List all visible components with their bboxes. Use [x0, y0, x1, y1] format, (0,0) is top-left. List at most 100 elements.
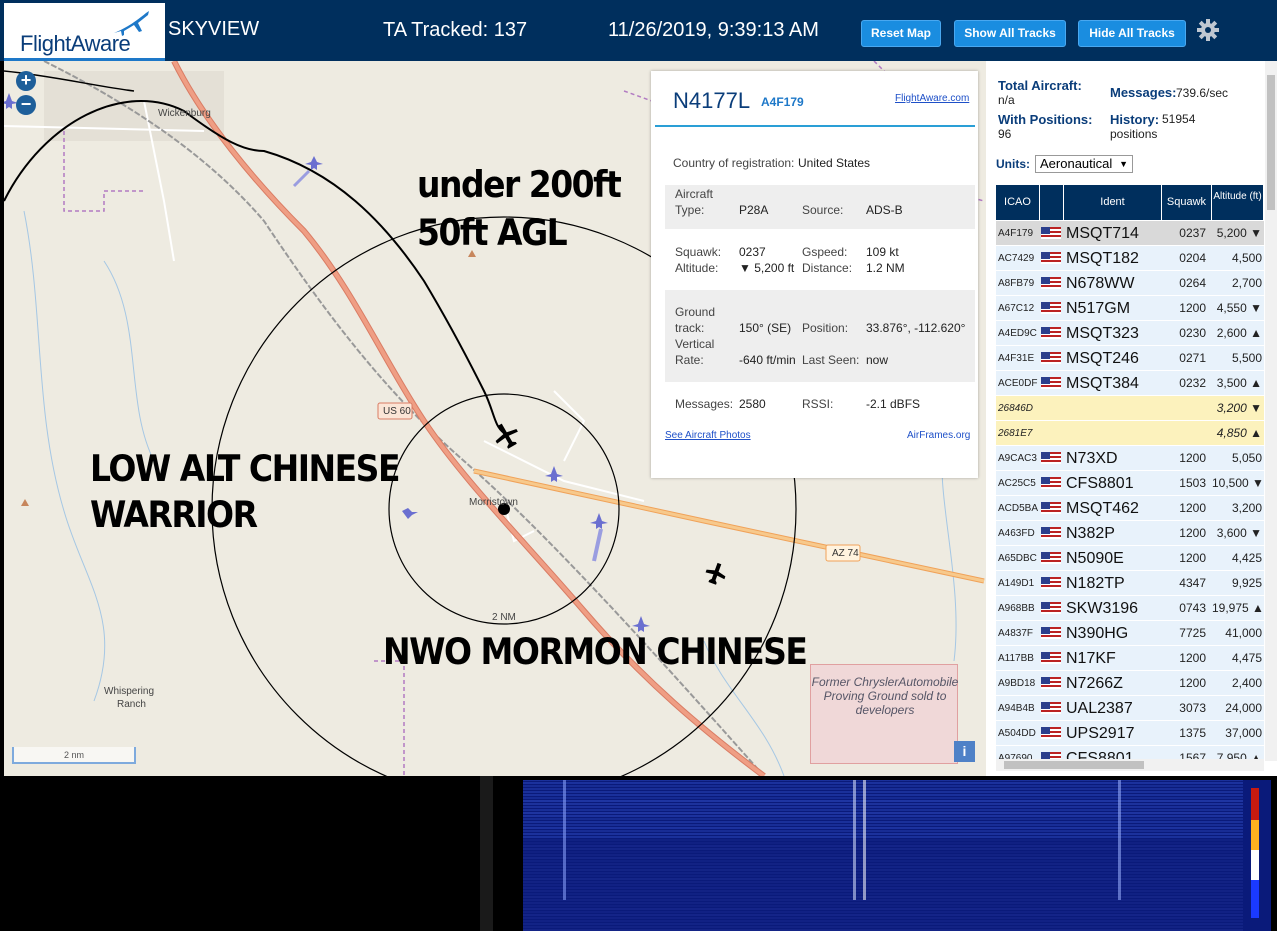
- cell-altitude: 2,400: [1231, 676, 1262, 690]
- datetime: 11/26/2019, 9:39:13 AM: [608, 19, 819, 41]
- table-row[interactable]: A117BB N17KF 1200 4,475: [996, 646, 1264, 671]
- table-row[interactable]: ACD5BA MSQT462 1200 3,200: [996, 496, 1264, 521]
- vertical-label: Vertical: [675, 337, 715, 351]
- col-ident[interactable]: Ident: [1064, 185, 1162, 220]
- table-row[interactable]: A4837F N390HG 7725 41,000: [996, 621, 1264, 646]
- flightaware-logo[interactable]: FlightAware: [4, 3, 165, 61]
- cell-squawk: 0230: [1179, 326, 1206, 340]
- cell-flag: [1041, 646, 1063, 671]
- cell-squawk: 1200: [1179, 676, 1206, 690]
- cell-flag: [1041, 521, 1063, 546]
- place-ranch: Ranch: [117, 699, 146, 710]
- cell-flag: [1041, 546, 1063, 571]
- rssi-label: RSSI:: [802, 397, 834, 411]
- zoom-in-button[interactable]: +: [16, 71, 36, 91]
- type-label: Type:: [675, 203, 705, 217]
- table-row[interactable]: A149D1 N182TP 4347 9,925: [996, 571, 1264, 596]
- lastseen-label: Last Seen:: [802, 353, 860, 367]
- us-flag-icon: [1041, 302, 1061, 314]
- cell-ident: N5090E: [1066, 550, 1124, 567]
- table-row[interactable]: A463FD N382P 1200 3,600 ▼: [996, 521, 1264, 546]
- cell-altitude: 2,700: [1231, 276, 1262, 290]
- aircraft-label: Aircraft: [675, 187, 714, 201]
- cell-flag: [1041, 696, 1063, 721]
- table-row[interactable]: A65DBC N5090E 1200 4,425: [996, 546, 1264, 571]
- airframes-link[interactable]: AirFrames.org: [907, 430, 970, 441]
- hscroll-thumb[interactable]: [1004, 761, 1144, 769]
- cell-ident: MSQT323: [1066, 325, 1139, 342]
- col-icao[interactable]: ICAO: [996, 185, 1040, 220]
- cell-icao: A117BB: [998, 653, 1034, 664]
- horizontal-scrollbar[interactable]: [996, 759, 1264, 771]
- cell-squawk: [1162, 421, 1210, 446]
- aircraft-photos-link[interactable]: See Aircraft Photos: [665, 430, 751, 441]
- table-row[interactable]: ACE0DF MSQT384 0232 3,500 ▲: [996, 371, 1264, 396]
- us-flag-icon: [1041, 627, 1061, 639]
- cell-altitude: 4,850 ▲: [1216, 426, 1262, 440]
- cell-squawk: 1200: [1179, 551, 1206, 565]
- cell-flag: [1041, 371, 1063, 396]
- table-row[interactable]: A94B4B UAL2387 3073 24,000: [996, 696, 1264, 721]
- flightaware-link[interactable]: FlightAware.com: [895, 93, 969, 104]
- rate-label: Rate:: [675, 353, 704, 367]
- cell-altitude: 4,500: [1231, 251, 1262, 265]
- messages-label: Messages:: [675, 397, 734, 411]
- total-aircraft-value: n/a: [998, 93, 1015, 107]
- annotation-under-200ft: under 200ft: [417, 163, 622, 206]
- col-altitude[interactable]: Altitude (ft): [1212, 185, 1264, 220]
- table-row[interactable]: A968BB SKW3196 0743 19,975 ▲: [996, 596, 1264, 621]
- cell-altitude: 5,500: [1231, 351, 1262, 365]
- table-row[interactable]: A4ED9C MSQT323 0230 2,600 ▲: [996, 321, 1264, 346]
- table-row[interactable]: AC25C5 CFS8801 1503 10,500 ▼: [996, 471, 1264, 496]
- distance-label: Distance:: [802, 261, 853, 275]
- cell-altitude: 10,500 ▼: [1212, 476, 1264, 490]
- cell-flag: [1041, 321, 1063, 346]
- cell-icao: A504DD: [998, 728, 1036, 739]
- units-select[interactable]: Aeronautical ▼: [1035, 155, 1133, 173]
- us-flag-icon: [1041, 252, 1061, 264]
- squawk-label: Squawk:: [675, 245, 722, 259]
- cell-squawk: 0264: [1179, 276, 1206, 290]
- gear-icon[interactable]: [1196, 18, 1220, 42]
- cell-altitude: 19,975 ▲: [1212, 601, 1264, 615]
- cell-icao: A9BD18: [998, 678, 1036, 689]
- place-morristown: Morristown: [469, 497, 518, 508]
- lastseen-value: now: [866, 353, 889, 367]
- cell-ident: MSQT714: [1066, 225, 1139, 242]
- table-row[interactable]: A8FB79 N678WW 0264 2,700: [996, 271, 1264, 296]
- cell-squawk: 0271: [1179, 351, 1206, 365]
- cell-ident: [1066, 421, 1161, 446]
- reset-map-button[interactable]: Reset Map: [861, 20, 941, 47]
- col-squawk[interactable]: Squawk: [1162, 185, 1212, 220]
- table-row[interactable]: A4F31E MSQT246 0271 5,500: [996, 346, 1264, 371]
- splitter[interactable]: [480, 776, 493, 931]
- table-row[interactable]: A67C12 N517GM 1200 4,550 ▼: [996, 296, 1264, 321]
- hide-all-tracks-button[interactable]: Hide All Tracks: [1078, 20, 1186, 47]
- table-row[interactable]: A9BD18 N7266Z 1200 2,400: [996, 671, 1264, 696]
- table-row[interactable]: 26846D 3,200 ▼: [996, 396, 1264, 421]
- us-flag-icon: [1041, 652, 1061, 664]
- map-info-button[interactable]: i: [954, 741, 975, 762]
- table-row[interactable]: 2681E7 4,850 ▲: [996, 421, 1264, 446]
- zoom-out-button[interactable]: −: [16, 95, 36, 115]
- table-row[interactable]: AC7429 MSQT182 0204 4,500: [996, 246, 1264, 271]
- tracked-count: TA Tracked: 137: [383, 19, 528, 41]
- table-row[interactable]: A504DD UPS2917 1375 37,000: [996, 721, 1264, 746]
- col-flag[interactable]: [1040, 185, 1064, 220]
- country-label: Country of registration:: [673, 156, 795, 170]
- cell-flag: [1041, 471, 1063, 496]
- cell-squawk: 0204: [1179, 251, 1206, 265]
- vertical-scrollbar[interactable]: [1265, 61, 1277, 761]
- table-row[interactable]: A9CAC3 N73XD 1200 5,050: [996, 446, 1264, 471]
- history-value: 51954: [1162, 112, 1196, 126]
- messages-stat-value: 739.6/sec: [1176, 86, 1229, 100]
- cell-squawk: 1200: [1179, 526, 1206, 540]
- table-row[interactable]: A4F179 MSQT714 0237 5,200 ▼: [996, 221, 1264, 246]
- track-value: 150° (SE): [739, 321, 792, 335]
- scrollbar-thumb[interactable]: [1267, 75, 1275, 210]
- show-all-tracks-button[interactable]: Show All Tracks: [954, 20, 1066, 47]
- cell-flag: [1041, 621, 1063, 646]
- cell-icao: A4ED9C: [998, 328, 1037, 339]
- messages-value: 2580: [739, 397, 766, 411]
- squawk-value: 0237: [739, 245, 766, 259]
